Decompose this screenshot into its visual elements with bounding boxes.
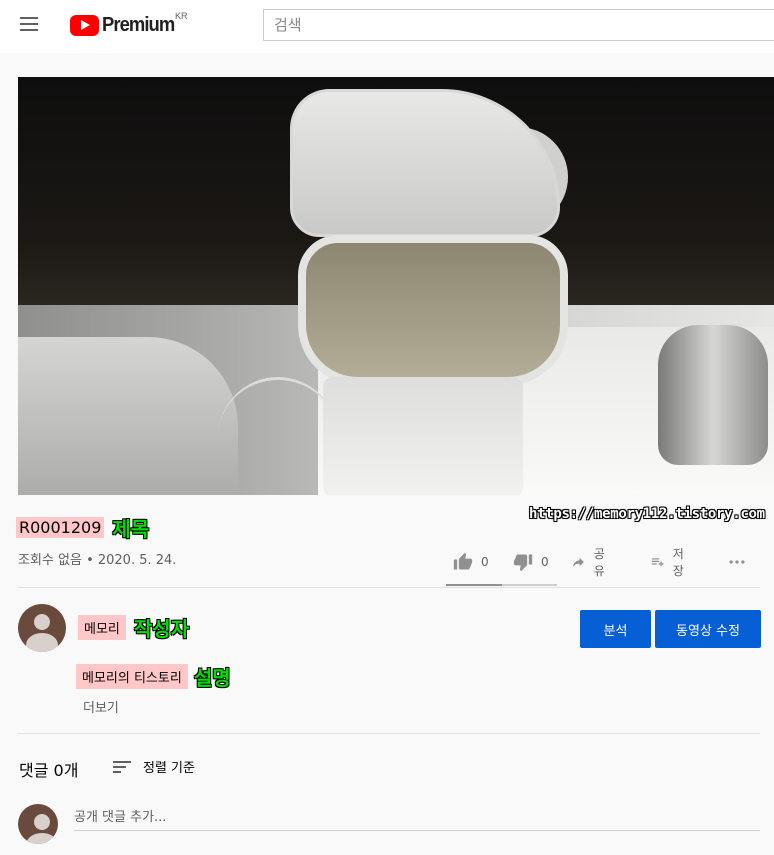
title-annotation: 제목 <box>112 516 150 541</box>
thumbs-down-icon <box>513 554 533 572</box>
analytics-button[interactable]: 분석 <box>580 610 651 648</box>
author-annotation: 작성자 <box>133 616 190 641</box>
video-frame-sink <box>18 337 238 495</box>
comments-count: 댓글 0개 <box>19 761 79 780</box>
top-header: Premium KR <box>0 0 774 53</box>
like-button[interactable]: 0 <box>453 552 489 572</box>
dislike-count: 0 <box>541 555 549 569</box>
video-title: R0001209 <box>16 516 105 538</box>
description-annotation: 설명 <box>193 665 231 690</box>
hamburger-menu-icon[interactable] <box>18 13 42 37</box>
dislike-button[interactable]: 0 <box>513 552 549 572</box>
video-title-row: R0001209 제목 <box>16 514 150 541</box>
divider <box>18 733 760 734</box>
sentiment-bar-like-fill <box>446 584 502 586</box>
search-box[interactable] <box>263 9 774 41</box>
save-button[interactable]: 저장 <box>650 545 689 579</box>
sort-label: 정렬 기준 <box>143 761 195 776</box>
video-description: 메모리의 티스토리 <box>76 663 188 689</box>
sort-comments-button[interactable]: 정렬 기준 <box>113 757 195 776</box>
video-meta: 조회수 없음 • 2020. 5. 24. <box>18 553 177 568</box>
share-arrow-icon <box>572 557 584 567</box>
video-frame-tank <box>298 235 568 385</box>
thumbs-up-icon <box>453 552 473 570</box>
save-label: 저장 <box>672 547 684 578</box>
user-avatar <box>18 804 58 844</box>
playlist-add-icon <box>651 558 664 567</box>
video-frame-faucet <box>658 325 768 465</box>
share-button[interactable]: 공유 <box>571 545 610 579</box>
more-horizontal-icon <box>729 560 745 564</box>
youtube-play-icon <box>70 14 99 36</box>
blog-watermark: https://memory112.tistory.com <box>529 506 765 522</box>
youtube-premium-logo[interactable]: Premium KR <box>70 11 188 37</box>
add-comment-input[interactable] <box>74 805 760 831</box>
edit-video-button[interactable]: 동영상 수정 <box>655 610 761 648</box>
description-row: 메모리의 티스토리 설명 <box>76 663 231 690</box>
divider <box>18 587 760 588</box>
more-actions-button[interactable] <box>727 552 747 572</box>
logo-text: Premium <box>102 13 175 36</box>
like-count: 0 <box>481 555 489 569</box>
sort-icon <box>113 759 133 775</box>
search-input[interactable] <box>264 10 774 40</box>
channel-avatar[interactable] <box>18 604 66 652</box>
share-label: 공유 <box>593 547 605 578</box>
country-code: KR <box>175 11 188 21</box>
channel-name[interactable]: 메모리 <box>78 614 126 640</box>
sentiment-bar <box>446 584 557 586</box>
watch-page: Premium KR R0001209 제목 https://memory112… <box>0 0 774 855</box>
channel-name-row: 메모리 작성자 <box>78 614 190 641</box>
show-more-link[interactable]: 더보기 <box>83 697 119 716</box>
video-frame-base <box>323 377 523 495</box>
video-player[interactable] <box>18 77 774 495</box>
